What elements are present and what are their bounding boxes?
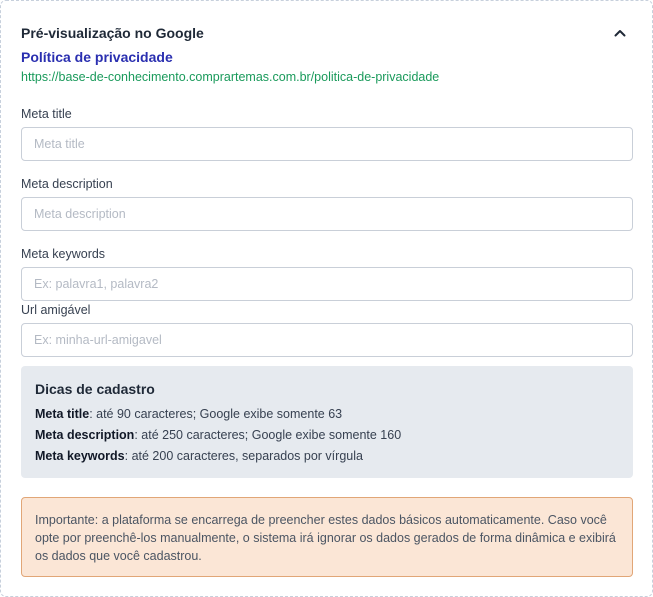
tip-text: : até 200 caracteres, separados por vírg…	[124, 449, 363, 463]
meta-title-label: Meta title	[21, 107, 72, 121]
tip-key: Meta description	[35, 428, 135, 442]
panel-header[interactable]: Pré-visualização no Google	[21, 23, 632, 43]
tip-meta-description: Meta description: até 250 caracteres; Go…	[35, 425, 619, 446]
search-preview-title: Política de privacidade	[21, 49, 173, 65]
tips-title: Dicas de cadastro	[35, 381, 155, 397]
meta-description-label: Meta description	[21, 177, 113, 191]
meta-keywords-label: Meta keywords	[21, 247, 106, 261]
tip-key: Meta title	[35, 407, 90, 421]
meta-description-input[interactable]	[21, 197, 633, 231]
tip-meta-title: Meta title: até 90 caracteres; Google ex…	[35, 404, 619, 425]
collapse-button[interactable]	[610, 23, 630, 43]
registration-tips-box: Dicas de cadastro Meta title: até 90 car…	[21, 366, 633, 478]
panel-title: Pré-visualização no Google	[21, 25, 204, 41]
friendly-url-label: Url amigável	[21, 303, 91, 317]
meta-title-input[interactable]	[21, 127, 633, 161]
important-notice: Importante: a plataforma se encarrega de…	[21, 497, 633, 577]
friendly-url-input[interactable]	[21, 323, 633, 357]
meta-keywords-input[interactable]	[21, 267, 633, 301]
tip-text: : até 250 caracteres; Google exibe somen…	[134, 428, 402, 442]
notice-text: Importante: a plataforma se encarrega de…	[35, 513, 616, 563]
tip-meta-keywords: Meta keywords: até 200 caracteres, separ…	[35, 446, 619, 467]
chevron-up-icon	[614, 30, 626, 37]
tip-key: Meta keywords	[35, 449, 125, 463]
google-preview-panel: Pré-visualização no Google Política de p…	[0, 0, 653, 597]
tip-text: : até 90 caracteres; Google exibe soment…	[89, 407, 343, 421]
search-preview-url: https://base-de-conhecimento.comprartema…	[21, 70, 440, 84]
